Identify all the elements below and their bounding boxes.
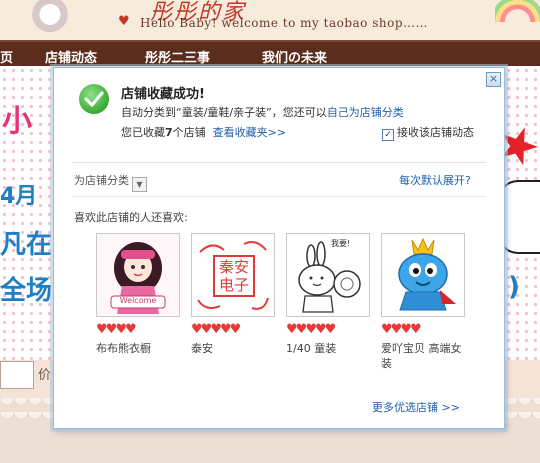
nav-item-future[interactable]: 我们の未来 xyxy=(262,47,327,66)
heart-icon: ♥ xyxy=(118,14,130,29)
category-select[interactable]: 为店铺分类 ▼ xyxy=(74,172,147,192)
shop-thumb-text: Welcome xyxy=(119,296,157,305)
favorites-count-suffix: 个店铺 xyxy=(172,126,206,139)
favorites-count-info: 您已收藏7个店铺 查看收藏夹>> xyxy=(121,124,286,140)
blue-mascot-icon xyxy=(382,234,464,316)
subscribe-checkbox-label[interactable]: 接收该店铺动态 xyxy=(397,126,474,139)
chevron-down-icon[interactable]: ▼ xyxy=(132,177,147,192)
shop-name-link[interactable]: 1/40 童装 xyxy=(286,341,370,356)
shop-thumbnail[interactable] xyxy=(381,233,465,317)
shop-navbar: 页 店铺动态 彤彤二三事 我们の未来 xyxy=(0,40,540,68)
banner-text-3: 凡在 xyxy=(0,230,53,260)
category-info: 自动分类到“童装/童鞋/亲子装”，您还可以自己为店铺分类 xyxy=(121,104,404,120)
heart-icon: ♥ xyxy=(324,322,337,337)
shop-thumb-text: 秦安电子 xyxy=(218,258,249,294)
shop-thumbnail[interactable]: Welcome xyxy=(96,233,180,317)
bunny-icon xyxy=(287,234,369,316)
shop-thumb-text: 我要! xyxy=(331,239,351,248)
shop-card[interactable]: ♥♥♥♥ 爱吖宝贝 高端女装 xyxy=(381,233,465,371)
shop-card[interactable]: 我要! ♥♥♥♥♥ 1/40 童装 xyxy=(286,233,370,356)
banner-side-glyph: ) xyxy=(508,272,520,302)
price-label: 价 xyxy=(38,368,52,383)
shop-card[interactable]: 秦安电子 ♥♥♥♥♥ 泰安 xyxy=(191,233,275,356)
favorites-count: 7 xyxy=(165,126,173,139)
success-check-icon xyxy=(79,84,109,114)
shop-thumbnail[interactable]: 秦安电子 xyxy=(191,233,275,317)
view-favorites-link[interactable]: 查看收藏夹>> xyxy=(213,126,286,139)
shop-rating: ♥♥♥♥♥ xyxy=(191,322,275,337)
custom-category-link[interactable]: 自己为店铺分类 xyxy=(327,106,404,119)
subscribe-option[interactable]: ✓ 接收该店铺动态 xyxy=(382,124,474,141)
category-select-label[interactable]: 为店铺分类 xyxy=(74,174,129,187)
rainbow-icon xyxy=(495,0,540,22)
default-expand-link[interactable]: 每次默认展开? xyxy=(399,172,471,188)
nav-item-stories[interactable]: 彤彤二三事 xyxy=(145,47,210,66)
nav-item-home[interactable]: 页 xyxy=(0,47,13,66)
favorite-success-dialog: × 店铺收藏成功! 自动分类到“童装/童鞋/亲子装”，您还可以自己为店铺分类 您… xyxy=(53,67,505,429)
shop-name-link[interactable]: 泰安 xyxy=(191,341,275,356)
divider xyxy=(72,162,486,163)
price-input[interactable] xyxy=(0,361,34,389)
banner-text-1: 小 xyxy=(2,104,32,139)
dialog-title: 店铺收藏成功! xyxy=(121,87,205,102)
heart-icon: ♥ xyxy=(124,322,137,337)
girl-icon xyxy=(30,0,70,36)
banner-text-4: 全场 xyxy=(0,276,53,306)
shop-rating: ♥♥♥♥ xyxy=(96,322,180,337)
shop-slogan: Hello Baby! welcome to my taobao shop…… xyxy=(140,16,429,30)
banner-text-2: 4月 xyxy=(0,184,38,209)
heart-icon: ♥ xyxy=(409,322,422,337)
heart-icon: ♥ xyxy=(229,322,242,337)
shop-name-link[interactable]: 布布熊衣橱 xyxy=(96,341,180,356)
close-button[interactable]: × xyxy=(486,72,501,87)
shop-card[interactable]: Welcome ♥♥♥♥ 布布熊衣橱 xyxy=(96,233,180,356)
favorites-count-prefix: 您已收藏 xyxy=(121,126,165,139)
divider xyxy=(72,196,486,197)
shop-name-link[interactable]: 爱吖宝贝 高端女装 xyxy=(381,341,465,371)
shop-thumbnail[interactable]: 我要! xyxy=(286,233,370,317)
shop-rating: ♥♥♥♥ xyxy=(381,322,465,337)
shop-rating: ♥♥♥♥♥ xyxy=(286,322,370,337)
more-shops-link[interactable]: 更多优选店铺 >> xyxy=(372,399,460,415)
nav-item-shop-news[interactable]: 店铺动态 xyxy=(45,47,97,66)
subscribe-checkbox[interactable]: ✓ xyxy=(382,129,394,141)
recommendations-title: 喜欢此店铺的人还喜欢: xyxy=(74,211,188,224)
category-info-text: 自动分类到“童装/童鞋/亲子装”，您还可以 xyxy=(121,106,327,119)
